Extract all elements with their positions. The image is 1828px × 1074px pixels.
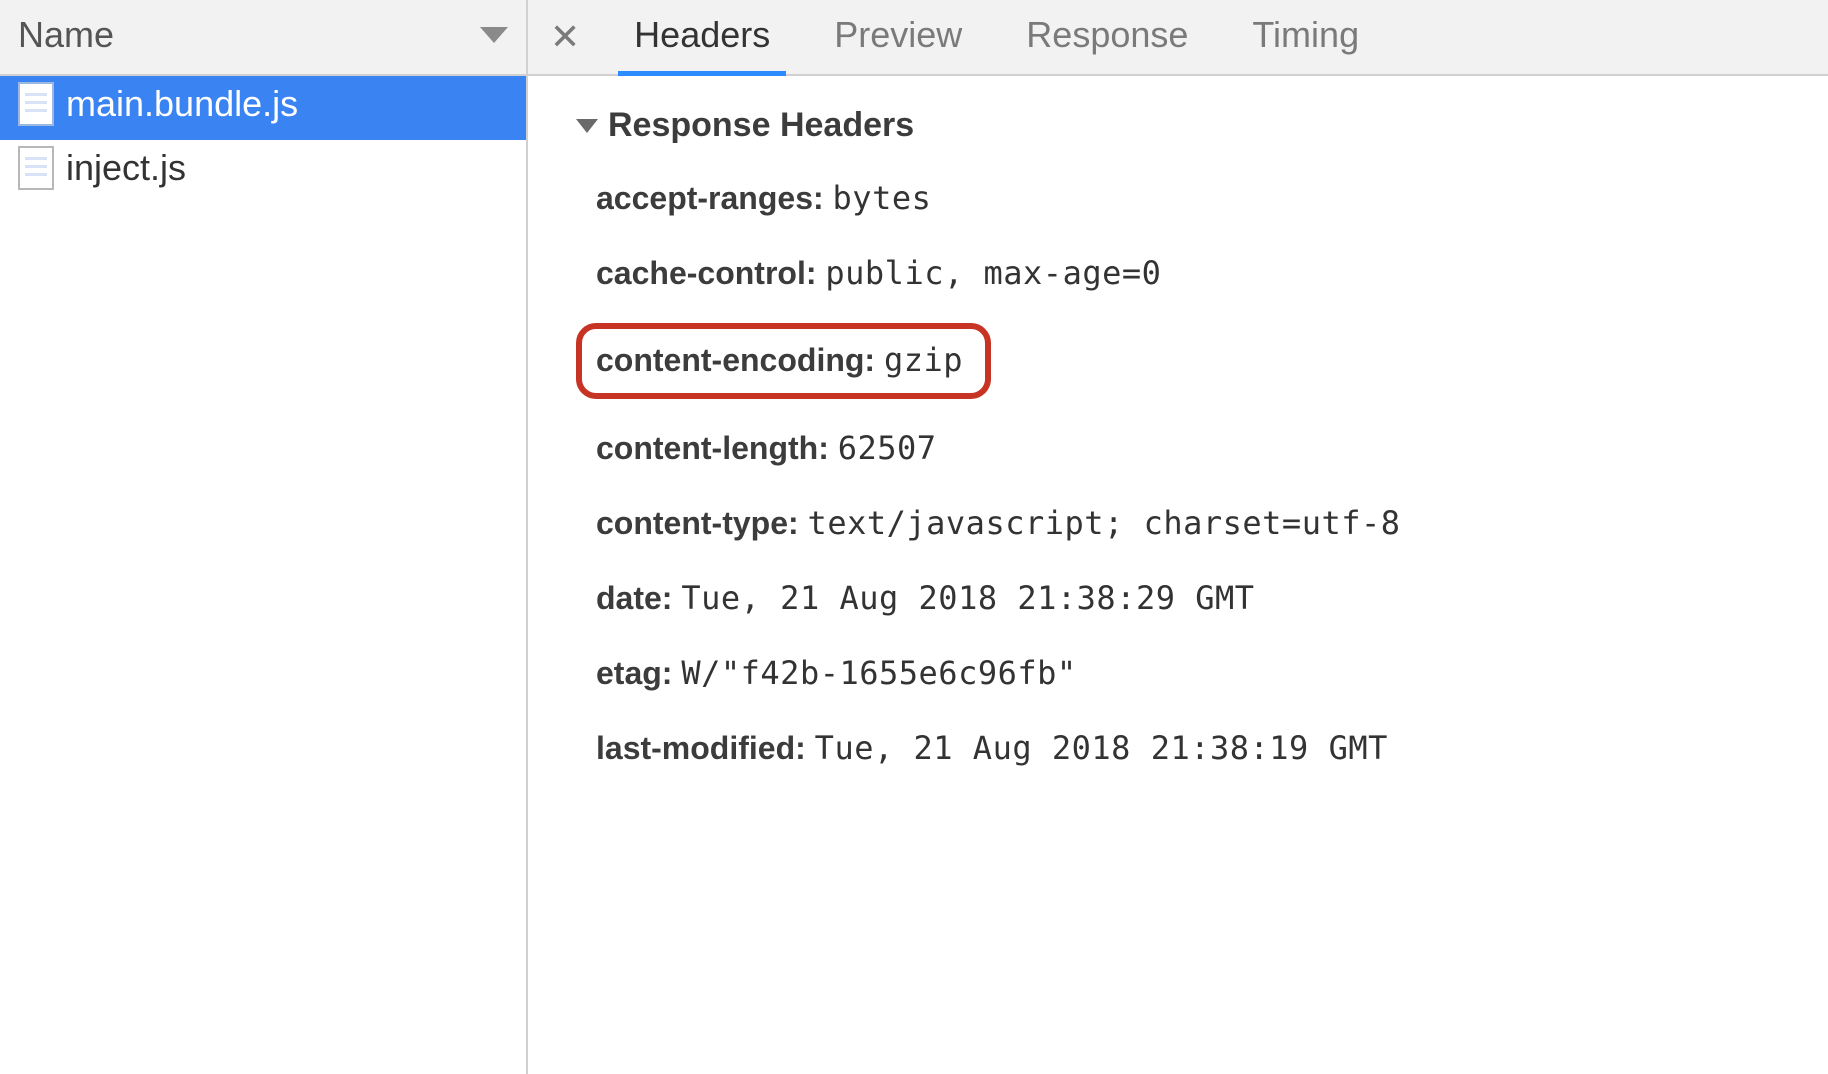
details-panel: ✕ Headers Preview Response Timing Respon…: [528, 0, 1828, 1074]
header-value: Tue, 21 Aug 2018 21:38:29 GMT: [681, 579, 1254, 617]
header-value: public, max-age=0: [825, 254, 1161, 292]
response-headers-title: Response Headers: [608, 106, 914, 145]
file-name: inject.js: [66, 147, 186, 189]
tab-response[interactable]: Response: [994, 0, 1220, 74]
header-value: gzip: [884, 341, 963, 379]
header-content-type: content-type: text/javascript; charset=u…: [596, 498, 1416, 549]
file-row-main-bundle[interactable]: main.bundle.js: [0, 76, 526, 140]
header-content-encoding: content-encoding: gzip: [596, 323, 1798, 398]
content-encoding-highlight: content-encoding: gzip: [576, 323, 991, 398]
network-file-list-panel: Name main.bundle.js inject.js: [0, 0, 528, 1074]
file-name: main.bundle.js: [66, 83, 298, 125]
header-value: text/javascript; charset=utf-8: [808, 504, 1401, 542]
close-details-button[interactable]: ✕: [528, 16, 602, 58]
header-name: content-length:: [596, 430, 829, 466]
tab-headers[interactable]: Headers: [602, 0, 802, 74]
header-value: W/"f42b-1655e6c96fb": [681, 654, 1076, 692]
name-column-label: Name: [18, 14, 114, 56]
header-value: 62507: [838, 429, 937, 467]
tab-preview[interactable]: Preview: [802, 0, 994, 74]
tab-timing[interactable]: Timing: [1220, 0, 1391, 74]
header-etag: etag: W/"f42b-1655e6c96fb": [596, 648, 1798, 699]
file-icon: [18, 146, 54, 190]
header-name: content-encoding:: [596, 342, 875, 378]
header-content-length: content-length: 62507: [596, 423, 1798, 474]
file-list: main.bundle.js inject.js: [0, 76, 526, 1074]
header-name: date:: [596, 580, 672, 616]
disclosure-triangle-icon[interactable]: [576, 119, 598, 133]
header-value: bytes: [833, 179, 932, 217]
header-name: accept-ranges:: [596, 180, 824, 216]
header-date: date: Tue, 21 Aug 2018 21:38:29 GMT: [596, 573, 1798, 624]
header-cache-control: cache-control: public, max-age=0: [596, 248, 1798, 299]
header-name: content-type:: [596, 505, 799, 541]
header-value: Tue, 21 Aug 2018 21:38:19 GMT: [815, 729, 1388, 767]
header-name: last-modified:: [596, 730, 806, 766]
sort-descending-icon[interactable]: [480, 27, 508, 43]
file-row-inject[interactable]: inject.js: [0, 140, 526, 204]
name-column-header[interactable]: Name: [0, 0, 526, 76]
header-name: cache-control:: [596, 255, 816, 291]
header-name: etag:: [596, 655, 672, 691]
file-icon: [18, 82, 54, 126]
response-headers-list: accept-ranges: bytes cache-control: publ…: [576, 173, 1798, 775]
header-last-modified: last-modified: Tue, 21 Aug 2018 21:38:19…: [596, 723, 1416, 774]
headers-details: Response Headers accept-ranges: bytes ca…: [528, 76, 1828, 1074]
details-tabs-bar: ✕ Headers Preview Response Timing: [528, 0, 1828, 76]
response-headers-section[interactable]: Response Headers: [576, 106, 1798, 145]
header-accept-ranges: accept-ranges: bytes: [596, 173, 1798, 224]
